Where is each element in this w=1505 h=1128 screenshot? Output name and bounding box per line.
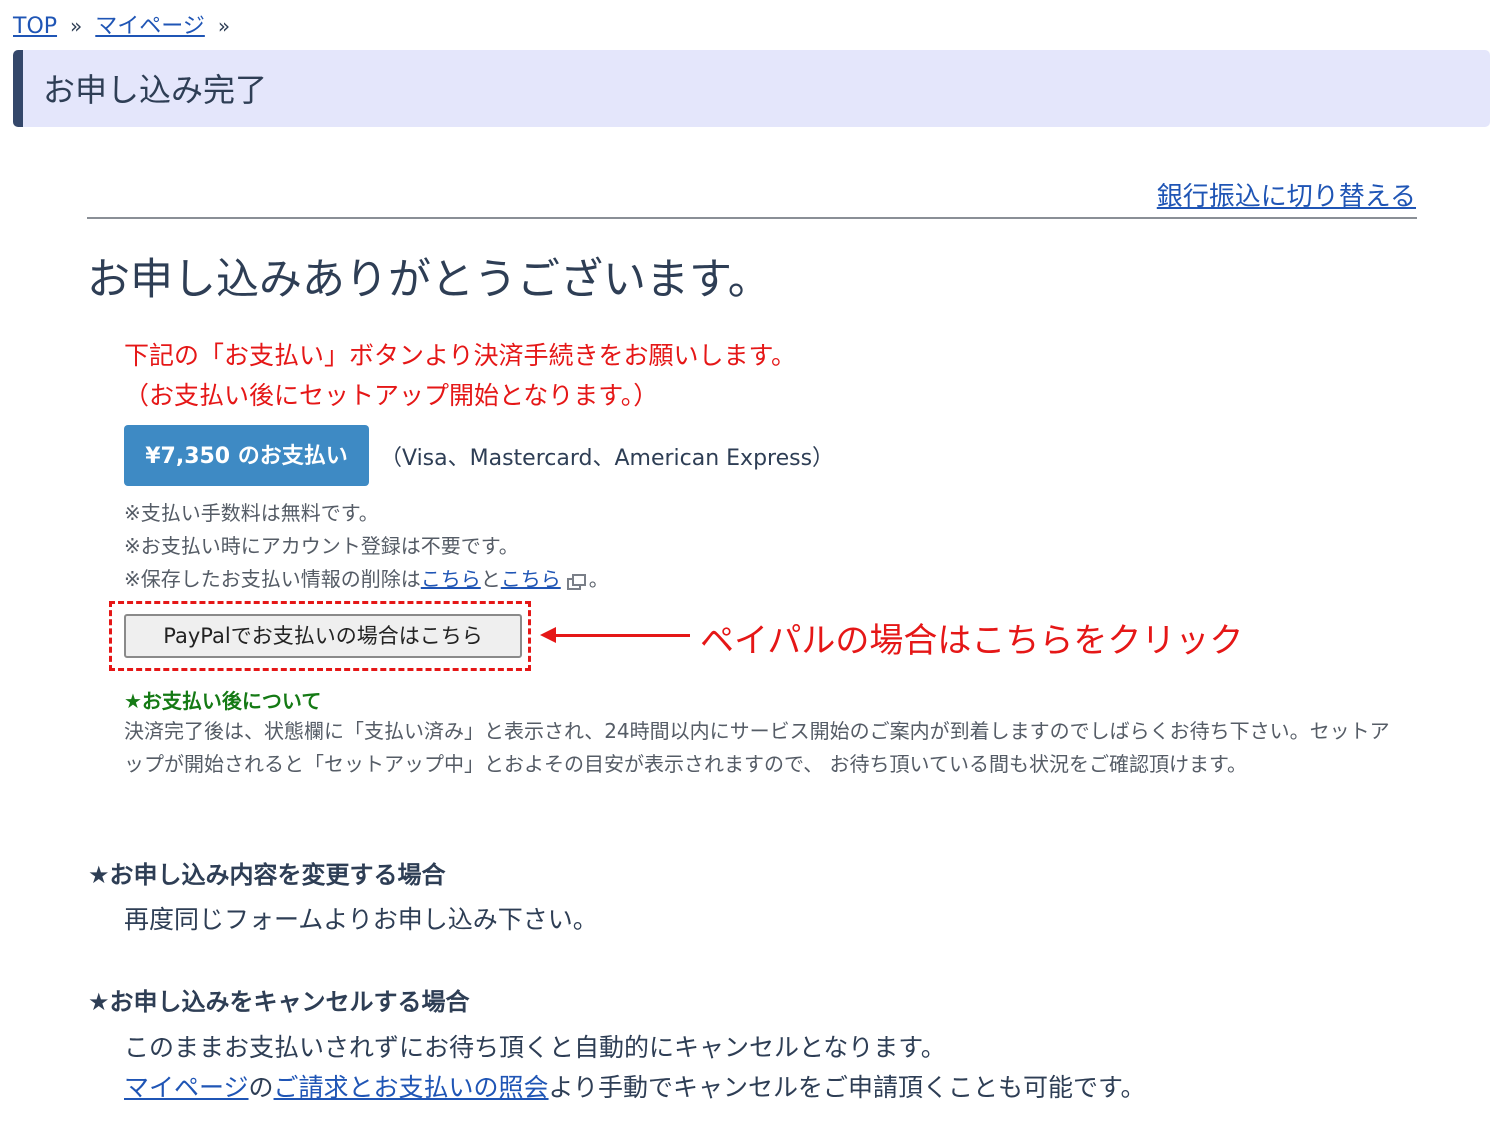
after-payment-title: ★お支払い後について xyxy=(124,689,322,713)
pay-button[interactable]: ¥7,350 のお支払い xyxy=(124,425,369,486)
breadcrumb-mypage-link[interactable]: マイページ xyxy=(95,14,205,39)
cancel-section-body: このままお支払いされずにお待ち頂くと自動的にキャンセルとなります。 マイページの… xyxy=(124,1028,1146,1108)
change-section-body: 再度同じフォームよりお申し込み下さい。 xyxy=(124,905,598,934)
external-link-icon xyxy=(566,573,586,590)
note-delete: ※保存したお支払い情報の削除はこちらとこちら。 xyxy=(124,563,609,596)
breadcrumb-separator: » xyxy=(217,14,231,38)
change-section-title: ★お申し込み内容を変更する場合 xyxy=(88,861,446,889)
thanks-heading: お申し込みありがとうございます。 xyxy=(87,255,771,305)
billing-inquiry-link[interactable]: ご請求とお支払いの照会 xyxy=(274,1073,549,1102)
cancel-line2-suffix: より手動でキャンセルをご申請頂くことも可能です。 xyxy=(548,1073,1146,1102)
note-fee: ※支払い手数料は無料です。 xyxy=(124,501,379,525)
after-payment-body: 決済完了後は、状態欄に「支払い済み」と表示され、24時間以内にサービス開始のご案… xyxy=(124,719,1390,776)
left-arrow-icon xyxy=(540,625,690,645)
payment-notice: 下記の「お支払い」ボタンより決済手続きをお願いします。 （お支払い後にセットアッ… xyxy=(124,336,796,416)
cancel-no: の xyxy=(248,1073,274,1102)
paypal-button[interactable]: PayPalでお支払いの場合はこちら xyxy=(124,614,522,658)
note-account: ※お支払い時にアカウント登録は不要です。 xyxy=(124,534,519,558)
note-delete-text: ※保存したお支払い情報の削除は xyxy=(124,567,421,591)
note-and: と xyxy=(480,567,501,591)
breadcrumb-separator: » xyxy=(70,14,83,38)
breadcrumb: TOP » マイページ » xyxy=(13,8,236,40)
mypage-link[interactable]: マイページ xyxy=(124,1073,249,1102)
breadcrumb-top-link[interactable]: TOP xyxy=(13,14,57,39)
paypal-callout: ペイパルの場合はこちらをクリック xyxy=(700,621,1244,661)
accepted-cards: （Visa、Mastercard、American Express） xyxy=(380,446,835,471)
payment-notice-line2: （お支払い後にセットアップ開始となります。） xyxy=(124,381,659,410)
delete-info-link-2[interactable]: こちら xyxy=(501,567,561,591)
switch-to-bank-transfer-link[interactable]: 銀行振込に切り替える xyxy=(1157,176,1416,213)
delete-info-link-1[interactable]: こちら xyxy=(421,567,481,591)
page-header: お申し込み完了 xyxy=(13,50,1490,127)
payment-notes: ※支払い手数料は無料です。 ※お支払い時にアカウント登録は不要です。 ※保存した… xyxy=(124,497,609,596)
divider xyxy=(87,217,1417,219)
page-title: お申し込み完了 xyxy=(43,71,268,109)
cancel-line1: このままお支払いされずにお待ち頂くと自動的にキャンセルとなります。 xyxy=(124,1033,946,1062)
note-suffix: 。 xyxy=(588,567,609,591)
cancel-line2: マイページのご請求とお支払いの照会より手動でキャンセルをご申請頂くことも可能です… xyxy=(124,1068,1146,1108)
payment-notice-line1: 下記の「お支払い」ボタンより決済手続きをお願いします。 xyxy=(124,341,797,370)
cancel-section-title: ★お申し込みをキャンセルする場合 xyxy=(88,988,470,1016)
